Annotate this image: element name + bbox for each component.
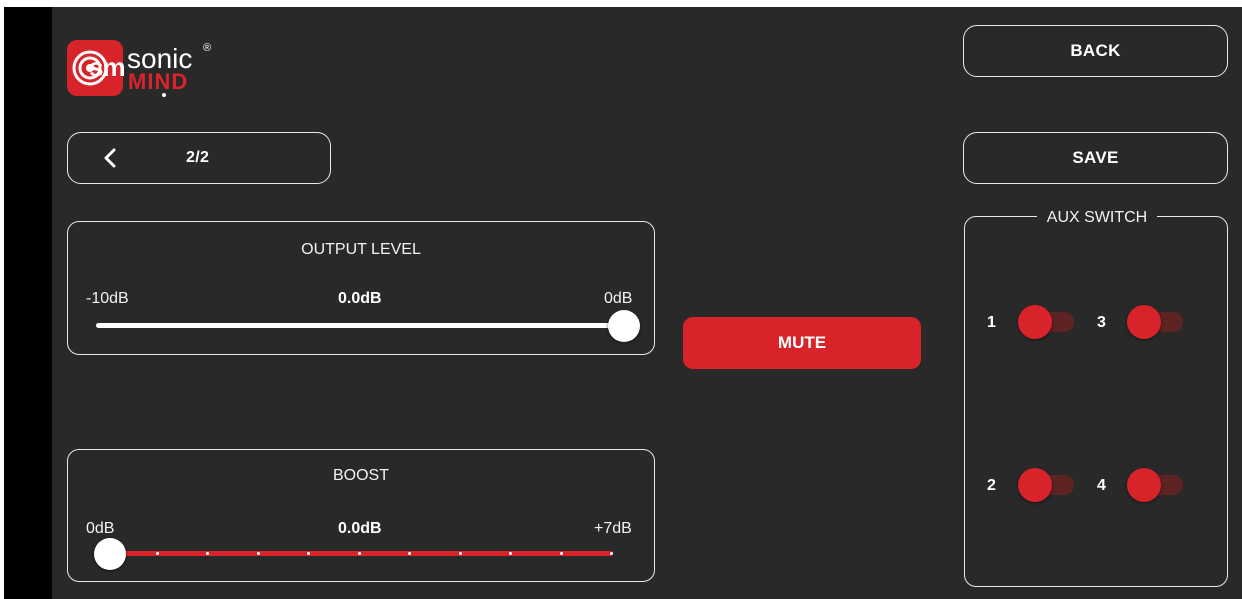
aux-2-label: 2 (987, 477, 996, 494)
save-button[interactable]: SAVE (963, 132, 1228, 184)
boost-min-label: 0dB (86, 520, 115, 537)
boost-max-label: +7dB (594, 520, 632, 537)
aux-2-knob[interactable] (1018, 468, 1052, 502)
boost-tick-dot (155, 552, 159, 555)
boost-tick-dot (610, 552, 613, 555)
page-nav-button[interactable]: 2/2 (67, 132, 331, 184)
boost-tick-dot (206, 552, 209, 555)
left-edge-bar (4, 7, 52, 599)
boost-tick-dot (458, 552, 462, 555)
boost-tick-dot (509, 552, 512, 555)
sonicmind-logo: sm sonic ® MIND (67, 40, 227, 102)
logo-dot (162, 93, 166, 97)
boost-panel: BOOST 0dB 0.0dB +7dB (67, 449, 655, 582)
logo-word-bottom: MIND (128, 69, 189, 94)
output-level-value: 0.0dB (338, 290, 382, 307)
boost-tick-dot (256, 552, 260, 555)
aux-1-toggle[interactable] (1018, 305, 1074, 339)
boost-tick-dot (357, 552, 361, 555)
boost-track (108, 551, 613, 556)
output-level-title: OUTPUT LEVEL (301, 241, 421, 258)
aux-3-knob[interactable] (1127, 305, 1161, 339)
aux-1-label: 1 (987, 314, 996, 331)
output-level-track (96, 323, 626, 328)
aux-2-toggle[interactable] (1018, 468, 1074, 502)
boost-slider[interactable] (94, 538, 613, 570)
boost-value: 0.0dB (338, 520, 382, 537)
output-level-max-label: 0dB (604, 290, 633, 307)
aux-1-knob[interactable] (1018, 305, 1052, 339)
aux-4-knob[interactable] (1127, 468, 1161, 502)
aux-3-label: 3 (1097, 314, 1106, 331)
boost-tick-dot (307, 552, 310, 555)
boost-thumb[interactable] (94, 538, 126, 570)
output-level-slider[interactable] (96, 310, 640, 342)
aux-4-toggle[interactable] (1127, 468, 1183, 502)
back-button[interactable]: BACK (963, 25, 1228, 77)
logo-registered: ® (203, 42, 212, 54)
aux-switch-panel: AUX SWITCH 1 3 2 4 (964, 207, 1228, 587)
aux-switch-title: AUX SWITCH (1046, 209, 1148, 226)
aux-4-label: 4 (1097, 477, 1106, 494)
boost-tick-dot (408, 552, 411, 555)
logo-badge: sm (67, 40, 126, 96)
output-level-min-label: -10dB (86, 290, 129, 307)
mute-button[interactable]: MUTE (683, 317, 921, 369)
boost-tick-dot (559, 552, 563, 555)
page-indicator: 2/2 (186, 149, 210, 166)
output-level-panel: OUTPUT LEVEL -10dB 0.0dB 0dB (67, 221, 655, 355)
output-level-thumb[interactable] (608, 310, 640, 342)
aux-3-toggle[interactable] (1127, 305, 1183, 339)
boost-title: BOOST (332, 467, 389, 484)
chevron-left-icon[interactable] (102, 148, 118, 168)
logo-monogram: sm (89, 52, 126, 82)
